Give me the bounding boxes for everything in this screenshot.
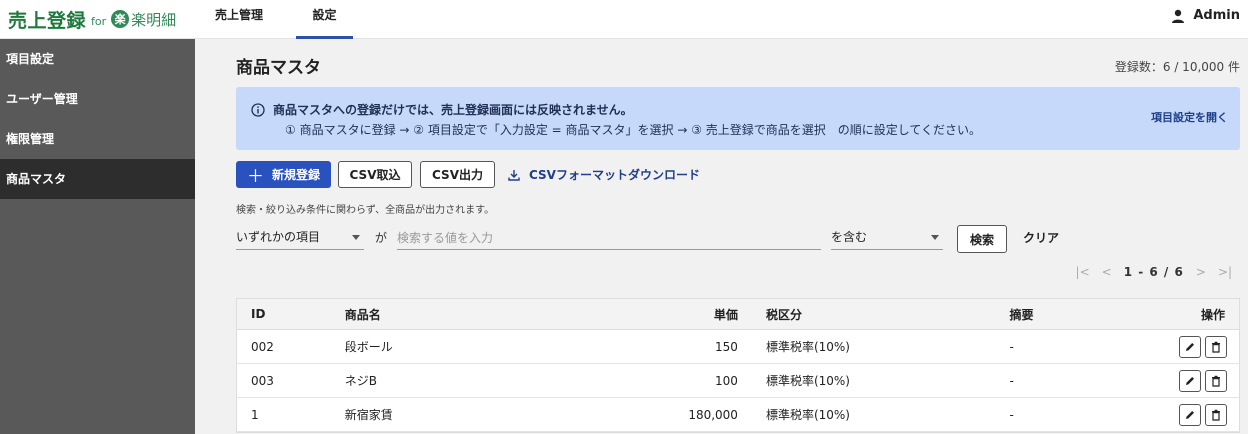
edit-button[interactable] <box>1178 403 1201 426</box>
row-actions <box>1151 369 1239 392</box>
cell-price: 150 <box>715 339 738 354</box>
trash-icon <box>1211 375 1220 387</box>
col-memo: 摘要 <box>1009 307 1034 322</box>
cell-price: 100 <box>715 373 738 388</box>
pencil-icon <box>1185 376 1194 385</box>
new-register-button[interactable]: ＋ 新規登録 <box>236 161 331 188</box>
download-icon <box>508 169 520 181</box>
row-actions <box>1151 335 1239 358</box>
info-body: ① 商品マスタに登録 → ② 項目設定で「入力設定 = 商品マスタ」を選択 → … <box>285 123 982 137</box>
row-actions <box>1151 403 1239 426</box>
registration-count: 登録数：6 / 10,000 件 <box>1114 60 1240 74</box>
table-header: ID 商品名 単価 税区分 摘要 操作 <box>237 299 1239 330</box>
pagination: |< < 1 - 6 / 6 > >| <box>1070 265 1238 279</box>
table-row: 003 ネジB 100 標準税率(10%) - <box>237 364 1239 398</box>
clear-button[interactable]: クリア <box>1023 229 1059 246</box>
delete-button[interactable] <box>1204 403 1227 426</box>
sidebar: 項目設定 ユーザー管理 権限管理 商品マスタ <box>0 39 195 434</box>
table-row: 1 新宿家賃 180,000 標準税率(10%) - <box>237 398 1239 432</box>
cell-tax: 標準税率(10%) <box>765 374 850 388</box>
cell-memo: - <box>1009 373 1014 388</box>
delete-button[interactable] <box>1204 335 1227 358</box>
trash-icon <box>1211 409 1220 421</box>
product-table: ID 商品名 単価 税区分 摘要 操作 002 段ボール 150 標準税率(10… <box>236 298 1240 433</box>
sidebar-item-product-master[interactable]: 商品マスタ <box>0 159 195 199</box>
chevron-down-icon <box>352 235 360 240</box>
cell-id: 002 <box>251 339 274 354</box>
pencil-icon <box>1185 410 1194 419</box>
col-price: 単価 <box>713 307 738 322</box>
cell-tax: 標準税率(10%) <box>765 408 850 422</box>
csv-export-button[interactable]: CSV出力 <box>420 161 495 188</box>
app-logo[interactable]: 売上登録 for 楽 楽明細 <box>8 6 176 32</box>
search-input[interactable] <box>397 226 821 250</box>
search-field-select[interactable]: いずれかの項目 <box>236 226 364 250</box>
cell-memo: - <box>1009 407 1014 422</box>
pencil-icon <box>1185 342 1194 351</box>
tab-settings[interactable]: 設定 <box>296 0 353 39</box>
page-title: 商品マスタ <box>236 58 321 78</box>
search-field-value: いずれかの項目 <box>236 230 321 244</box>
col-tax: 税区分 <box>765 307 802 322</box>
cell-name: ネジB <box>344 374 378 388</box>
edit-button[interactable] <box>1178 369 1201 392</box>
cell-name: 段ボール <box>344 340 393 354</box>
user-name: Admin <box>1193 8 1240 23</box>
page-range: 1 - 6 / 6 <box>1123 265 1184 279</box>
csv-format-download-link[interactable]: CSVフォーマットダウンロード <box>508 161 700 188</box>
brand-sub: 楽明細 <box>131 10 177 29</box>
search-operator-select[interactable]: を含む <box>831 226 943 250</box>
sidebar-item-field-settings[interactable]: 項目設定 <box>0 39 195 79</box>
new-register-label: 新規登録 <box>271 168 320 182</box>
trash-icon <box>1211 341 1220 353</box>
export-note: 検索・絞り込み条件に関わらず、全商品が出力されます。 <box>236 205 495 216</box>
chevron-down-icon <box>931 235 939 240</box>
last-page-icon[interactable]: >| <box>1218 265 1232 279</box>
cell-id: 003 <box>251 373 274 388</box>
top-bar: 売上登録 for 楽 楽明細 売上管理 設定 Admin <box>0 0 1248 39</box>
search-operator-value: を含む <box>831 230 868 244</box>
edit-button[interactable] <box>1178 335 1201 358</box>
info-icon <box>251 103 265 117</box>
first-page-icon[interactable]: |< <box>1076 265 1090 279</box>
csv-import-button[interactable]: CSV取込 <box>338 161 412 188</box>
prev-page-icon[interactable]: < <box>1102 265 1112 279</box>
cell-price: 180,000 <box>688 407 738 422</box>
cell-memo: - <box>1009 339 1014 354</box>
col-id: ID <box>251 307 266 321</box>
next-page-icon[interactable]: > <box>1196 265 1206 279</box>
plus-icon: ＋ <box>246 167 264 187</box>
sidebar-item-permissions[interactable]: 権限管理 <box>0 119 195 159</box>
info-title: 商品マスタへの登録だけでは、売上登録画面には反映されません。 <box>273 103 633 117</box>
sidebar-item-user-management[interactable]: ユーザー管理 <box>0 79 195 119</box>
brand-badge-icon: 楽 <box>111 10 130 28</box>
brand-for: for <box>91 14 107 28</box>
main-content: 商品マスタ 登録数：6 / 10,000 件 商品マスタへの登録だけでは、売上登… <box>195 39 1248 434</box>
brand-main: 売上登録 <box>8 9 87 32</box>
col-name: 商品名 <box>344 307 381 322</box>
open-field-settings-link[interactable]: 項目設定を開く <box>1151 109 1228 125</box>
table-row: 002 段ボール 150 標準税率(10%) - <box>237 330 1239 364</box>
col-ops: 操作 <box>1200 307 1225 322</box>
user-icon <box>1172 9 1185 23</box>
cell-name: 新宿家賃 <box>344 408 393 422</box>
cell-id: 1 <box>251 407 259 422</box>
info-banner: 商品マスタへの登録だけでは、売上登録画面には反映されません。 ① 商品マスタに登… <box>236 87 1240 150</box>
user-menu[interactable]: Admin <box>1171 8 1240 23</box>
csv-format-download-label: CSVフォーマットダウンロード <box>529 168 700 182</box>
search-button[interactable]: 検索 <box>957 225 1007 253</box>
delete-button[interactable] <box>1204 369 1227 392</box>
particle-ga: が <box>375 231 388 245</box>
cell-tax: 標準税率(10%) <box>765 340 850 354</box>
tab-sales-management[interactable]: 売上管理 <box>207 0 271 39</box>
